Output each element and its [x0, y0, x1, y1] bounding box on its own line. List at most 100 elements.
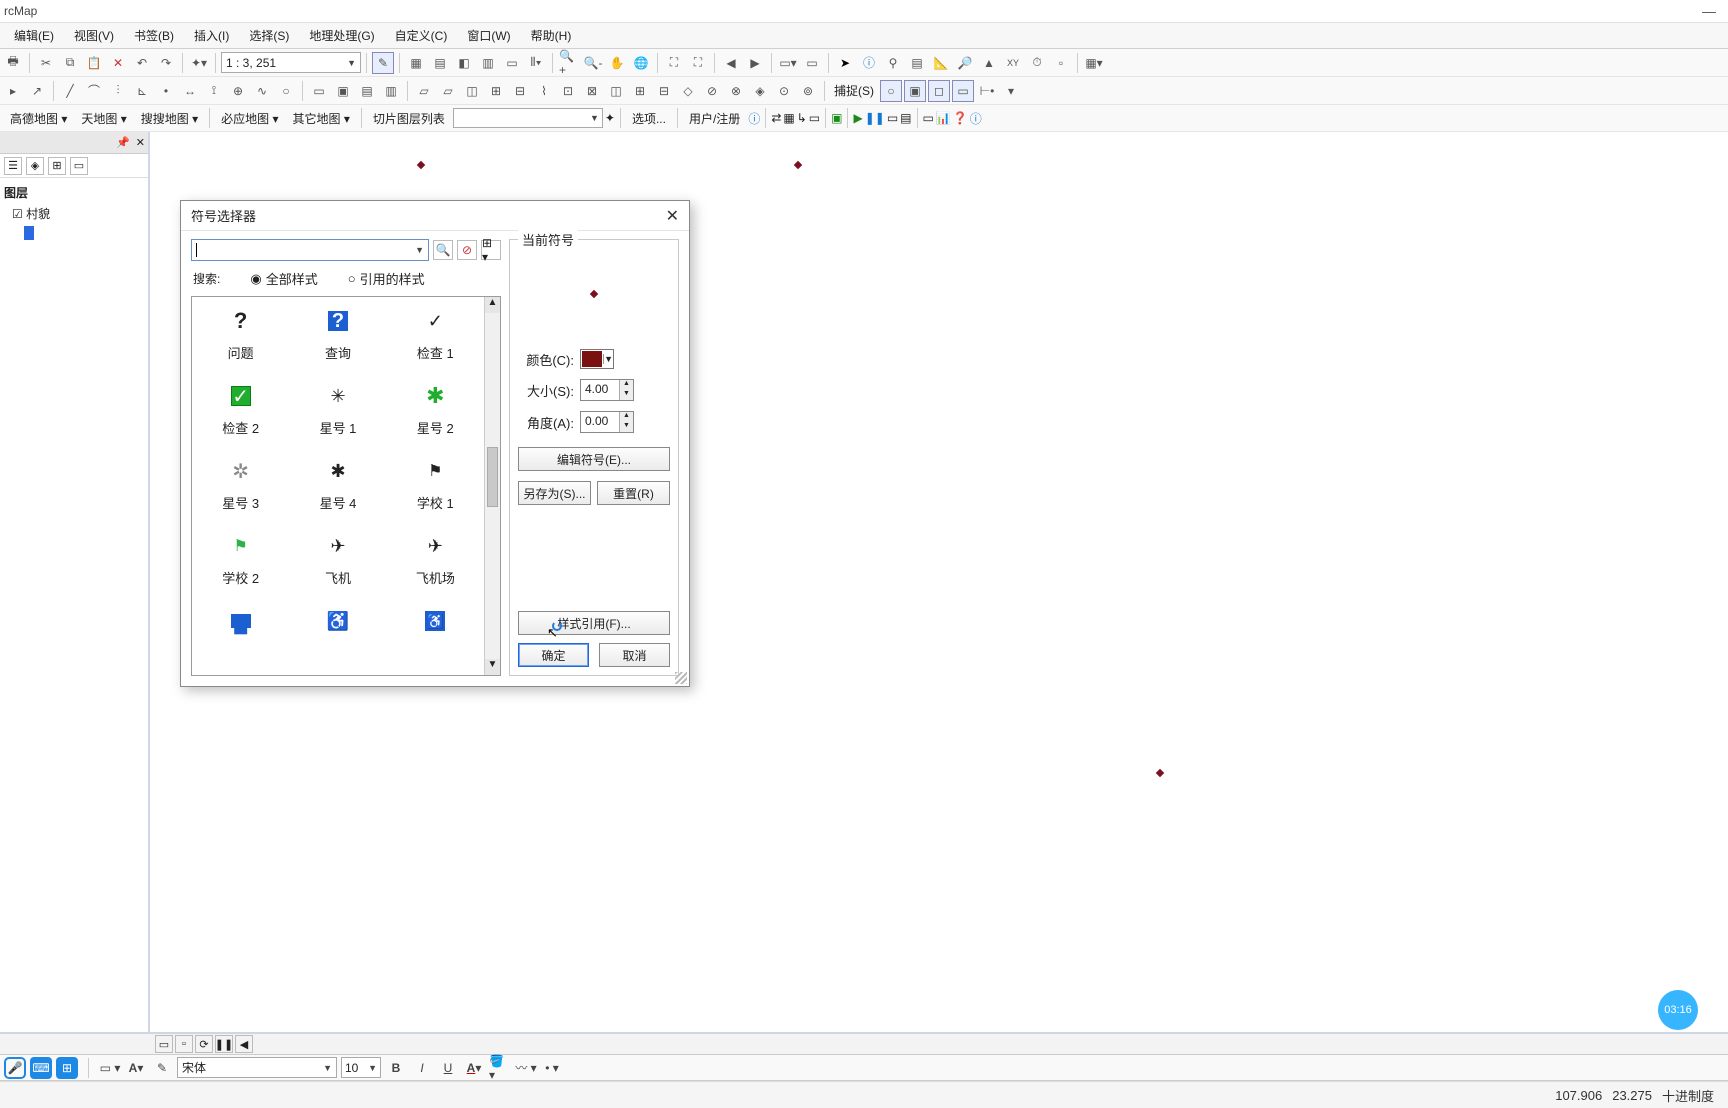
- goto-xy-icon[interactable]: XY: [1002, 52, 1024, 74]
- dialog-close-icon[interactable]: ✕: [666, 206, 679, 226]
- search-clear-icon[interactable]: ⊘: [457, 240, 477, 260]
- cancel-button[interactable]: 取消: [599, 643, 670, 667]
- m5-icon[interactable]: ▣: [831, 111, 842, 125]
- menu-bookmarks[interactable]: 书签(B): [124, 24, 184, 47]
- radio-all-styles[interactable]: ◉全部样式: [250, 269, 317, 288]
- symbol-item[interactable]: ⚑学校 1: [395, 455, 475, 512]
- marker-color-button[interactable]: • ▾: [541, 1057, 563, 1079]
- toc-tab-visibility[interactable]: ⊞: [48, 157, 66, 175]
- view-mode-icon[interactable]: ⊞ ▾: [481, 240, 501, 260]
- add-data-icon[interactable]: ✦▾: [188, 52, 210, 74]
- fixed-zoom-out-icon[interactable]: ⛶: [687, 52, 709, 74]
- arc-icon[interactable]: ⌒: [83, 80, 105, 102]
- reset-button[interactable]: 重置(R): [597, 481, 670, 505]
- toc-icon[interactable]: ▦: [405, 52, 427, 74]
- copy-icon[interactable]: ⧉: [59, 52, 81, 74]
- cut-icon[interactable]: ✂: [35, 52, 57, 74]
- t5-icon[interactable]: ⊟: [509, 80, 531, 102]
- rotate-icon[interactable]: ▣: [332, 80, 354, 102]
- editor-toolbar-icon[interactable]: ✎: [372, 52, 394, 74]
- circle-icon[interactable]: ○: [275, 80, 297, 102]
- snapping-label[interactable]: 捕捉(S): [830, 82, 878, 99]
- toc-tab-selection[interactable]: ▭: [70, 157, 88, 175]
- rectangle-tool-icon[interactable]: ▭ ▾: [99, 1057, 121, 1079]
- paste-icon[interactable]: 📋: [83, 52, 105, 74]
- layout-view-tab[interactable]: ▫: [175, 1035, 193, 1053]
- symbol-item[interactable]: ✓检查 1: [395, 305, 475, 362]
- resize-grip-icon[interactable]: [675, 672, 687, 684]
- fill-color-button[interactable]: 🪣 ▾: [489, 1057, 511, 1079]
- m6-icon[interactable]: ▭: [887, 111, 898, 125]
- t14-icon[interactable]: ⊗: [725, 80, 747, 102]
- toc-tab-source[interactable]: ◈: [26, 157, 44, 175]
- t9-icon[interactable]: ◫: [605, 80, 627, 102]
- symbol-item[interactable]: ◼: [201, 605, 281, 637]
- snap-point-icon[interactable]: ○: [880, 80, 902, 102]
- line-icon[interactable]: ╱: [59, 80, 81, 102]
- delete-icon[interactable]: ✕: [107, 52, 129, 74]
- tile-layer-select[interactable]: ▼: [453, 108, 603, 128]
- user-register[interactable]: 用户/注册: [683, 107, 746, 130]
- symbol-item[interactable]: ♿: [298, 605, 378, 637]
- menu-geoprocessing[interactable]: 地理处理(G): [299, 24, 384, 47]
- menu-window[interactable]: 窗口(W): [457, 24, 520, 47]
- pause-draw-icon[interactable]: ❚❚: [215, 1035, 233, 1053]
- print-icon[interactable]: 🖶: [2, 52, 24, 74]
- snap-drop-icon[interactable]: ▾: [1000, 80, 1022, 102]
- t7-icon[interactable]: ⊡: [557, 80, 579, 102]
- m7-icon[interactable]: ▤: [900, 111, 911, 125]
- pan-icon[interactable]: ✋: [606, 52, 628, 74]
- symbol-item[interactable]: ♿: [395, 605, 475, 637]
- tangent-icon[interactable]: ⊕: [227, 80, 249, 102]
- sousou-map[interactable]: 搜搜地图 ▾: [135, 107, 204, 130]
- pin-icon[interactable]: 📌: [116, 136, 130, 149]
- create-features-icon[interactable]: ▦▾: [1083, 52, 1105, 74]
- size-spinner[interactable]: 4.00 ▲▼: [580, 379, 634, 401]
- t12-icon[interactable]: ◇: [677, 80, 699, 102]
- toc-root[interactable]: 图层: [2, 182, 146, 203]
- t6-icon[interactable]: ⌇: [533, 80, 555, 102]
- search-window-icon[interactable]: ◧: [453, 52, 475, 74]
- hyperlink-icon[interactable]: ⚲: [882, 52, 904, 74]
- chart-icon[interactable]: 📊: [936, 111, 951, 125]
- symbol-search-input[interactable]: ▼: [191, 239, 429, 261]
- refresh-tiles-icon[interactable]: ✦: [605, 111, 615, 125]
- snap-vertex-icon[interactable]: ◻: [928, 80, 950, 102]
- catalog-icon[interactable]: ▤: [429, 52, 451, 74]
- t15-icon[interactable]: ◈: [749, 80, 771, 102]
- endpoint-icon[interactable]: ⟟: [203, 80, 225, 102]
- refresh-view-icon[interactable]: ⟳: [195, 1035, 213, 1053]
- symbol-item[interactable]: ✱星号 2: [395, 380, 475, 437]
- arc-toolbox-icon[interactable]: ▥: [477, 52, 499, 74]
- italic-button[interactable]: I: [411, 1057, 433, 1079]
- data-view-tab[interactable]: ▭: [155, 1035, 173, 1053]
- midpoint-icon[interactable]: •: [155, 80, 177, 102]
- menu-view[interactable]: 视图(V): [64, 24, 124, 47]
- zoom-out-icon[interactable]: 🔍-: [582, 52, 604, 74]
- forward-icon[interactable]: ▶: [744, 52, 766, 74]
- toc-layer-cunmao[interactable]: ☑ 村貌: [2, 203, 146, 224]
- menu-insert[interactable]: 插入(I): [184, 24, 239, 47]
- pointer-icon[interactable]: ➤: [834, 52, 856, 74]
- select-features-icon[interactable]: ▭▾: [777, 52, 799, 74]
- biying-map[interactable]: 必应地图 ▾: [215, 107, 284, 130]
- t16-icon[interactable]: ⊙: [773, 80, 795, 102]
- symbol-item[interactable]: ✓检查 2: [201, 380, 281, 437]
- menu-customize[interactable]: 自定义(C): [385, 24, 458, 47]
- minimize-icon[interactable]: —: [1702, 3, 1716, 19]
- menu-edit[interactable]: 编辑(E): [4, 24, 64, 47]
- m2-icon[interactable]: ▦: [783, 111, 794, 125]
- trace-icon[interactable]: ⫶: [107, 80, 129, 102]
- snap-intersect-icon[interactable]: ⊢•: [976, 80, 998, 102]
- zoom-in-icon[interactable]: 🔍+: [558, 52, 580, 74]
- edit-anno-icon[interactable]: ↗: [26, 80, 48, 102]
- find-icon[interactable]: 🔎: [954, 52, 976, 74]
- m8-icon[interactable]: ▭: [923, 111, 934, 125]
- options[interactable]: 选项...: [626, 107, 672, 130]
- symbol-item[interactable]: ✈飞机场: [395, 530, 475, 587]
- pause-icon[interactable]: ❚❚: [865, 111, 885, 125]
- back-icon[interactable]: ◀: [720, 52, 742, 74]
- help2-icon[interactable]: ❓: [953, 111, 968, 125]
- t10-icon[interactable]: ⊞: [629, 80, 651, 102]
- symbol-item[interactable]: ✳星号 1: [298, 380, 378, 437]
